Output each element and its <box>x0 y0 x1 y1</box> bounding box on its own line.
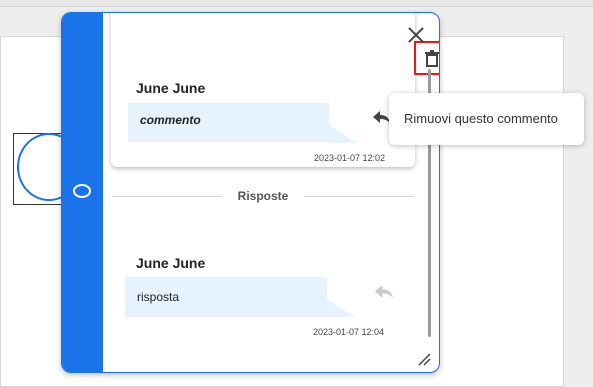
reply-text: risposta <box>125 277 327 317</box>
close-button[interactable] <box>406 25 426 45</box>
reply-bubble-tail <box>327 299 355 317</box>
comment-panel: June June commento 2023-01-07 12:02 Risp… <box>61 12 440 373</box>
panel-side-strip <box>62 13 103 372</box>
comment-card: June June commento 2023-01-07 12:02 <box>111 13 439 167</box>
delete-tooltip: Rimuovi questo commento <box>389 93 584 145</box>
top-bar <box>0 0 593 7</box>
delete-comment-button[interactable] <box>414 41 439 75</box>
reply-author: June June <box>136 255 206 271</box>
resize-grip-icon[interactable] <box>417 352 431 366</box>
replies-divider-left <box>112 196 222 197</box>
comment-bubble-tail <box>329 125 357 143</box>
comment-author: June June <box>136 80 206 96</box>
replies-label: Risposte <box>237 189 289 203</box>
comment-timestamp: 2023-01-07 12:02 <box>314 153 386 163</box>
reply-timestamp: 2023-01-07 12:04 <box>313 327 385 337</box>
reply-icon[interactable] <box>375 285 394 300</box>
ellipse-marker-icon <box>73 184 91 198</box>
trash-icon <box>425 50 439 67</box>
replies-divider-right <box>304 196 414 197</box>
comment-text: commento <box>128 103 329 142</box>
